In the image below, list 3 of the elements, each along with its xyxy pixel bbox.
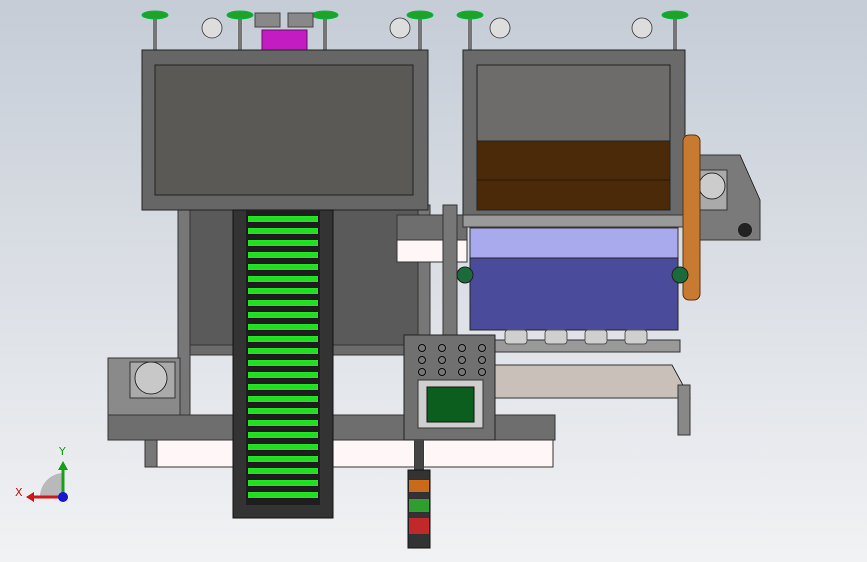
x-axis-label: X xyxy=(15,486,23,499)
y-axis-label: Y xyxy=(59,445,66,458)
axis-triad-icon xyxy=(26,461,68,502)
